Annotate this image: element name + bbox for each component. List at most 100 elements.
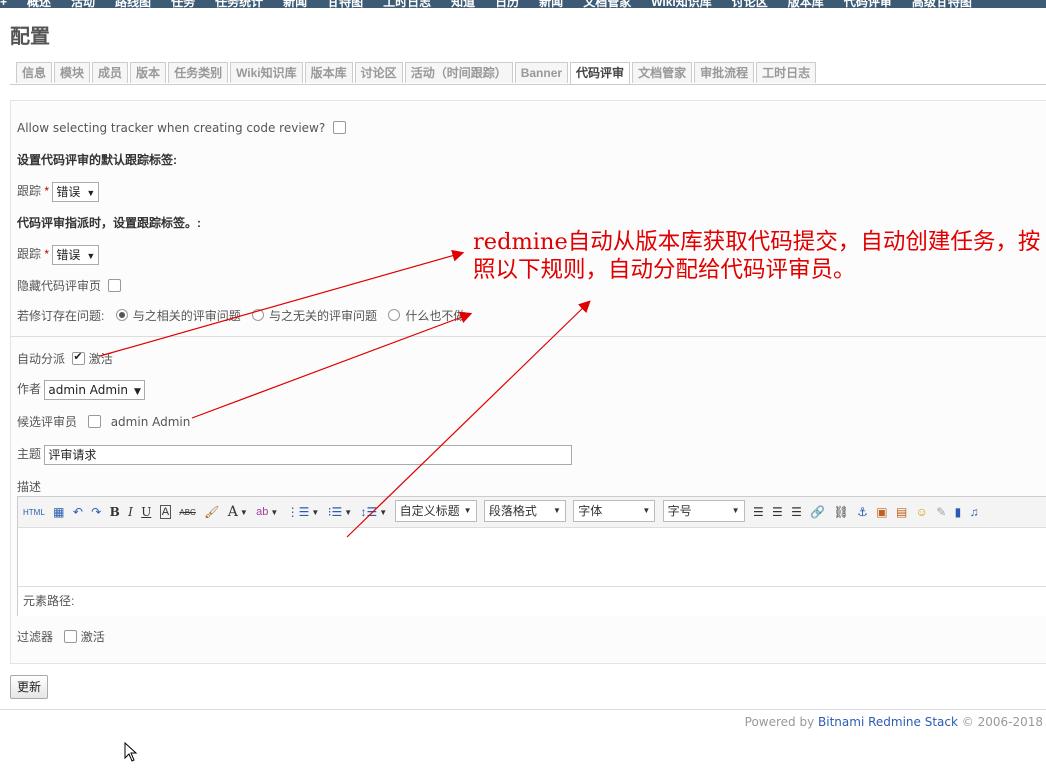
ordered-list-icon[interactable]: ⋮☰ bbox=[287, 505, 310, 519]
top-menu-item[interactable]: 新闻 bbox=[283, 0, 307, 8]
unordered-list-icon[interactable]: ⁝☰ bbox=[328, 505, 343, 519]
top-menu-item[interactable]: 活动 bbox=[71, 0, 95, 8]
auto-assign-activate-label: 激活 bbox=[88, 352, 113, 366]
align-left-icon[interactable]: ☰ bbox=[753, 505, 764, 519]
author-label: 作者 bbox=[17, 382, 42, 397]
font-box-icon[interactable]: A bbox=[159, 505, 172, 519]
hide-review-tab-checkbox[interactable] bbox=[108, 279, 122, 292]
multi-image-icon[interactable]: ▤ bbox=[896, 505, 907, 519]
emoticon-icon[interactable]: ☺ bbox=[916, 505, 928, 519]
candidate-label: 候选评审员 bbox=[17, 415, 78, 429]
chevron-down-icon[interactable]: ▼ bbox=[379, 508, 387, 517]
font-size-value: 字号 bbox=[667, 504, 692, 518]
footer-copyright: © 2006-2018 bbox=[957, 715, 1043, 729]
custom-heading-select[interactable]: 自定义标题 ▼ bbox=[394, 500, 477, 522]
template-icon[interactable]: ▦ bbox=[53, 505, 64, 519]
top-menu-item[interactable]: 路线图 bbox=[115, 0, 151, 8]
unlink-icon[interactable]: ⛓ bbox=[834, 505, 849, 519]
top-menu-item[interactable]: 高级甘特图 bbox=[912, 0, 972, 8]
tracker-select[interactable]: 错误 ▼ bbox=[52, 182, 100, 202]
scrawl-icon[interactable]: ✎ bbox=[936, 505, 946, 519]
anchor-icon[interactable]: ⚓ bbox=[857, 505, 868, 519]
music-icon[interactable]: ♫ bbox=[970, 505, 979, 519]
top-menu-item[interactable]: 甘特图 bbox=[327, 0, 363, 8]
tab-8[interactable]: 活动（时间跟踪） bbox=[404, 62, 513, 83]
candidate-checkbox[interactable] bbox=[88, 415, 102, 428]
bold-button[interactable]: B bbox=[110, 505, 120, 519]
assign-tracker-heading: 代码评审指派时，设置跟踪标签。: bbox=[17, 216, 201, 230]
if-revision-row: 若修订存在问题: 与之相关的评审问题 与之无关的评审问题 什么也不做 bbox=[17, 307, 465, 324]
tab-7[interactable]: 讨论区 bbox=[354, 62, 403, 83]
radio-nothing[interactable] bbox=[388, 309, 401, 321]
chevron-down-icon[interactable]: ▼ bbox=[240, 508, 248, 517]
subject-input[interactable]: 评审请求 bbox=[44, 445, 573, 465]
top-menu-item[interactable]: 版本库 bbox=[788, 0, 824, 8]
editor-content-area[interactable] bbox=[18, 528, 1046, 586]
link-icon[interactable]: 🔗 bbox=[810, 505, 825, 519]
tab-9[interactable]: Banner bbox=[514, 62, 569, 83]
page-title: 配置 bbox=[10, 26, 50, 48]
font-family-select[interactable]: 字体 ▼ bbox=[573, 500, 656, 522]
tab-11[interactable]: 文档管家 bbox=[632, 62, 693, 83]
strikethrough-button[interactable]: ABC bbox=[179, 508, 195, 517]
tracker2-select[interactable]: 错误 ▼ bbox=[52, 245, 100, 265]
annotation-text: redmine自动从版本库获取代码提交，自动创建任务，按照以下规则，自动分配给代… bbox=[473, 229, 1041, 283]
chevron-down-icon[interactable]: ▼ bbox=[344, 508, 352, 517]
tab-0[interactable]: 信息 bbox=[16, 62, 53, 83]
tab-10[interactable]: 代码评审 bbox=[570, 62, 631, 85]
tab-12[interactable]: 审批流程 bbox=[694, 62, 755, 83]
element-path-label: 元素路径: bbox=[23, 594, 75, 608]
tab-6[interactable]: 版本库 bbox=[304, 62, 353, 83]
paragraph-format-select[interactable]: 段落格式 ▼ bbox=[483, 500, 566, 522]
tab-3[interactable]: 版本 bbox=[130, 62, 167, 83]
allow-tracker-checkbox[interactable] bbox=[333, 121, 347, 134]
top-menu-item[interactable]: + bbox=[0, 0, 7, 8]
tab-4[interactable]: 任务类别 bbox=[168, 62, 229, 83]
top-menu-item[interactable]: 新闻 bbox=[539, 0, 563, 8]
video-icon[interactable]: ▮ bbox=[955, 505, 962, 519]
top-menu-item[interactable]: 文档管家 bbox=[583, 0, 631, 8]
redo-icon[interactable]: ↷ bbox=[91, 505, 101, 519]
top-menu-item[interactable]: 任务 bbox=[171, 0, 195, 8]
radio-unrelated[interactable] bbox=[252, 309, 265, 321]
tab-1[interactable]: 模块 bbox=[54, 62, 91, 83]
top-menu-item[interactable]: 日历 bbox=[495, 0, 519, 8]
top-menu-item[interactable]: 工时日志 bbox=[383, 0, 431, 8]
font-color-button[interactable]: A bbox=[228, 504, 238, 520]
top-menu-item[interactable]: 概述 bbox=[27, 0, 51, 8]
tracker-select-value: 错误 bbox=[56, 185, 81, 199]
highlight-color-icon[interactable]: ab bbox=[256, 506, 268, 518]
image-icon[interactable]: ▣ bbox=[876, 505, 887, 519]
update-button[interactable]: 更新 bbox=[10, 675, 49, 699]
custom-heading-value: 自定义标题 bbox=[399, 504, 460, 518]
filter-checkbox[interactable] bbox=[64, 630, 78, 643]
footer-link[interactable]: Bitnami Redmine Stack bbox=[818, 715, 958, 729]
author-select[interactable]: admin Admin ▼ bbox=[44, 380, 145, 400]
radio-unrelated-label: 与之无关的评审问题 bbox=[269, 309, 378, 323]
top-menu-item[interactable]: 代码评审 bbox=[844, 0, 892, 8]
top-menu-item[interactable]: Wiki知识库 bbox=[651, 0, 712, 8]
line-height-icon[interactable]: ↕☰ bbox=[361, 505, 378, 519]
clear-format-brush-icon[interactable]: 🖌 bbox=[204, 505, 219, 519]
undo-icon[interactable]: ↶ bbox=[73, 505, 83, 519]
tab-5[interactable]: Wiki知识库 bbox=[230, 62, 303, 83]
html-source-button[interactable]: HTML bbox=[23, 508, 45, 517]
align-right-icon[interactable]: ☰ bbox=[791, 505, 802, 519]
font-size-select[interactable]: 字号 ▼ bbox=[662, 500, 745, 522]
radio-related[interactable] bbox=[115, 309, 128, 321]
chevron-down-icon[interactable]: ▼ bbox=[311, 508, 319, 517]
auto-assign-label: 自动分派 bbox=[17, 352, 66, 366]
chevron-down-icon[interactable]: ▼ bbox=[270, 508, 278, 517]
top-menu-item[interactable]: 任务统计 bbox=[215, 0, 263, 8]
chevron-down-icon: ▼ bbox=[552, 506, 561, 515]
hide-review-tab-row: 隐藏代码评审页 bbox=[17, 277, 122, 294]
align-center-icon[interactable]: ☰ bbox=[772, 505, 783, 519]
auto-assign-checkbox[interactable] bbox=[72, 350, 86, 365]
description-label: 描述 bbox=[17, 480, 42, 494]
underline-button[interactable]: U bbox=[141, 505, 151, 519]
top-menu-item[interactable]: 讨论区 bbox=[732, 0, 768, 8]
tab-13[interactable]: 工时日志 bbox=[756, 62, 817, 83]
italic-button[interactable]: I bbox=[128, 505, 133, 519]
top-menu-item[interactable]: 知道 bbox=[451, 0, 475, 8]
tab-2[interactable]: 成员 bbox=[92, 62, 129, 83]
